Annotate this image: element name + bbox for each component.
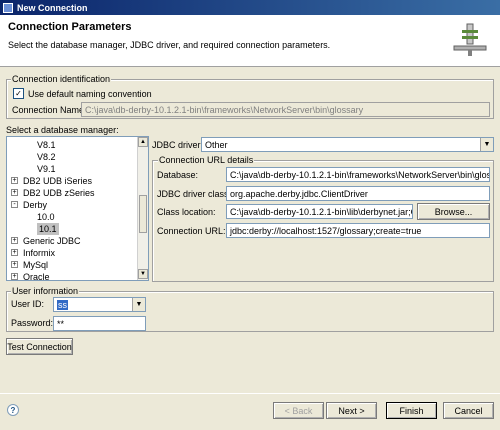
connection-url-label: Connection URL: — [157, 226, 226, 236]
expand-icon[interactable]: + — [11, 237, 18, 244]
jdbc-driver-label: JDBC driver: — [152, 140, 204, 150]
default-naming-label: Use default naming convention — [28, 89, 152, 99]
expand-icon[interactable]: + — [11, 261, 18, 268]
database-connection-icon — [453, 23, 487, 56]
tree-item-label: Oracle — [23, 272, 50, 281]
driver-class-field[interactable]: org.apache.derby.jdbc.ClientDriver — [226, 186, 490, 201]
password-label: Password: — [11, 318, 54, 328]
tree-item-label: Derby — [23, 200, 48, 210]
class-location-label: Class location: — [157, 207, 216, 217]
chevron-down-icon[interactable]: ▼ — [480, 138, 493, 151]
user-information-legend: User information — [11, 286, 80, 296]
tree-item-label: DB2 UDB zSeries — [23, 188, 95, 198]
driver-class-label: JDBC driver class: — [157, 189, 232, 199]
jdbc-driver-select[interactable]: Other ▼ — [201, 137, 494, 152]
test-connection-button[interactable]: Test Connection — [6, 338, 73, 355]
db-manager-tree[interactable]: V8.1 V8.2 V9.1 + DB2 UDB iSeries + DB2 UDB zSe… — [6, 136, 149, 281]
expand-icon[interactable]: + — [11, 177, 18, 184]
connection-identification-legend: Connection identification — [11, 74, 112, 84]
tree-item-label: 10.1 — [37, 223, 59, 235]
footer-separator — [0, 393, 500, 394]
window-title-bar: New Connection — [0, 0, 500, 15]
browse-button[interactable]: Browse... — [417, 203, 490, 220]
scroll-up-button[interactable]: ▲ — [138, 137, 148, 147]
tree-item-label: V8.1 — [37, 140, 56, 150]
database-field[interactable]: C:\java\db-derby-10.1.2.1-bin\frameworks… — [226, 167, 490, 182]
connection-url-field[interactable]: jdbc:derby://localhost:1527/glossary;cre… — [226, 223, 490, 238]
tree-item-label: Informix — [23, 248, 56, 258]
page-description: Select the database manager, JDBC driver… — [8, 40, 331, 50]
expand-icon[interactable]: + — [11, 249, 18, 256]
tree-item-label: V8.2 — [37, 152, 56, 162]
user-id-select[interactable]: ss ▼ — [53, 297, 146, 312]
default-naming-checkbox[interactable]: ✓ — [13, 88, 24, 99]
database-label: Database: — [157, 170, 199, 180]
user-id-label: User ID: — [11, 299, 45, 309]
password-field[interactable]: ** — [53, 316, 146, 331]
class-location-field[interactable]: C:\java\db-derby-10.1.2.1-bin\lib\derbyn… — [226, 204, 413, 219]
user-id-value: ss — [57, 300, 68, 310]
next-button[interactable]: Next > — [326, 402, 377, 419]
page-title: Connection Parameters — [8, 21, 132, 33]
tree-scrollbar[interactable]: ▲ ▼ — [137, 137, 148, 280]
expand-icon[interactable]: + — [11, 273, 18, 280]
tree-item-label: V9.1 — [37, 164, 56, 174]
connection-name-field[interactable]: C:\java\db-derby-10.1.2.1-bin\frameworks… — [81, 102, 490, 117]
scroll-down-button[interactable]: ▼ — [138, 269, 148, 279]
app-icon — [3, 2, 13, 13]
scroll-thumb[interactable] — [139, 195, 147, 233]
tree-item-label: Generic JDBC — [23, 236, 81, 246]
tree-item-label: MySql — [23, 260, 49, 270]
finish-button[interactable]: Finish — [386, 402, 437, 419]
cancel-button[interactable]: Cancel — [443, 402, 494, 419]
url-details-legend: Connection URL details — [158, 155, 255, 165]
tree-item-label: DB2 UDB iSeries — [23, 176, 93, 186]
window-title: New Connection — [17, 2, 88, 13]
help-icon[interactable]: ? — [7, 404, 19, 416]
back-button[interactable]: < Back — [273, 402, 324, 419]
tree-item-label: 10.0 — [37, 212, 55, 222]
collapse-icon[interactable]: - — [11, 201, 18, 208]
connection-name-label: Connection Name: — [12, 105, 87, 115]
db-manager-label: Select a database manager: — [6, 125, 119, 135]
expand-icon[interactable]: + — [11, 189, 18, 196]
chevron-down-icon[interactable]: ▼ — [132, 298, 145, 311]
jdbc-driver-value: Other — [205, 140, 228, 150]
